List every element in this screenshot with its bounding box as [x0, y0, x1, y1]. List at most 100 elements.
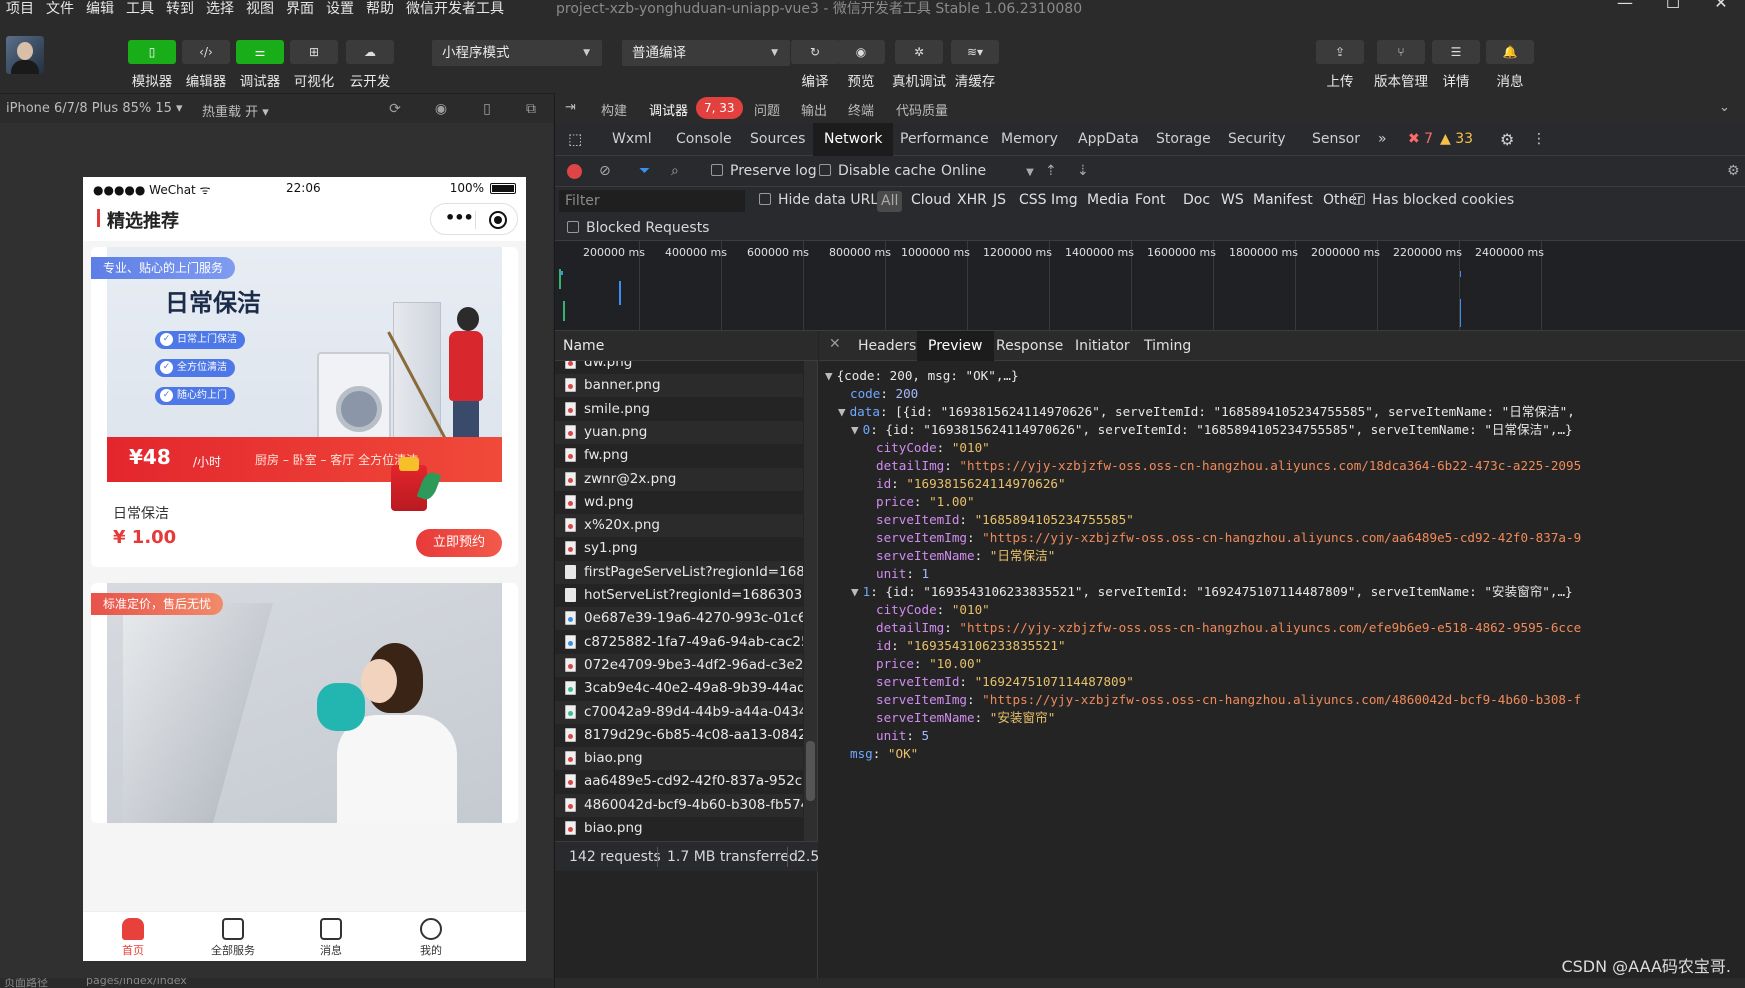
record-button[interactable] — [567, 164, 582, 179]
menu-item[interactable]: 设置 — [326, 2, 354, 16]
tab-wxml[interactable]: Wxml — [601, 123, 663, 156]
expand-triangle-icon[interactable]: ▼ — [838, 404, 846, 419]
tab-response[interactable]: Response — [985, 331, 1074, 361]
request-row[interactable]: hotServeList?regionId=16863032228... — [555, 584, 803, 607]
filter-type-cloud[interactable]: Cloud — [911, 192, 951, 208]
request-row[interactable]: zwnr@2x.png — [555, 467, 803, 491]
book-now-button[interactable]: 立即预约 — [416, 529, 502, 557]
request-row[interactable]: c8725882-1fa7-49a6-94ab-cac2530b... — [555, 631, 803, 654]
tab-timing[interactable]: Timing — [1133, 331, 1202, 361]
request-row[interactable]: c70042a9-89d4-44b9-a44a-0434e5f... — [555, 700, 803, 724]
phone-icon[interactable]: ▯ — [478, 100, 496, 118]
menu-item[interactable]: 选择 — [206, 2, 234, 16]
preserve-log-checkbox[interactable]: Preserve log — [711, 163, 817, 179]
cloud-button[interactable]: ☁ 云开发 — [345, 40, 395, 90]
menu-item[interactable]: 编辑 — [86, 2, 114, 16]
request-row[interactable]: smile.png — [555, 398, 803, 421]
mode-select[interactable]: 小程序模式 ▼ — [432, 40, 602, 66]
tab-appdata[interactable]: AppData — [1067, 123, 1150, 156]
inspect-icon[interactable]: ⬚ — [557, 123, 593, 156]
request-row[interactable]: 3cab9e4c-40e2-49a8-9b39-44ade60... — [555, 677, 803, 700]
gear-icon[interactable]: ⚙ — [1489, 123, 1525, 156]
tab-all-services[interactable]: 全部服务 — [203, 918, 263, 958]
request-row[interactable]: banner.png — [555, 374, 803, 398]
request-row[interactable]: 072e4709-9be3-4df2-96ad-c3e2d57... — [555, 653, 803, 677]
request-row[interactable]: firstPageServeList?regionId=168630... — [555, 560, 803, 584]
request-row[interactable]: dw.png — [555, 361, 803, 374]
layers-button[interactable]: ≋▾ 清缓存 — [950, 40, 1000, 90]
tab-sources[interactable]: Sources — [739, 123, 816, 156]
filter-type-all[interactable]: All — [877, 191, 903, 212]
avatar[interactable] — [6, 36, 44, 74]
download-icon[interactable]: ⇣ — [1077, 163, 1089, 179]
more-icon[interactable]: ••• — [445, 208, 474, 227]
tab-output[interactable]: 输出 — [801, 100, 827, 119]
request-row[interactable]: biao.png — [555, 817, 803, 840]
eye-button[interactable]: ◉ 预览 — [836, 40, 886, 90]
minimize-button[interactable]: — — [1601, 0, 1649, 16]
phone-button[interactable]: ▯ 模拟器 — [127, 40, 177, 90]
request-row[interactable]: biao.png — [555, 747, 803, 771]
request-row[interactable]: 4860042d-bcf9-4b60-b308-fb574c0... — [555, 793, 803, 817]
filter-icon[interactable]: ⏷ — [639, 163, 650, 179]
tab-code-quality[interactable]: 代码质量 — [896, 100, 948, 119]
filter-type-ws[interactable]: WS — [1221, 192, 1244, 208]
service-card[interactable]: 标准定价，售后无忧 — [91, 583, 518, 823]
tab-mine[interactable]: 我的 — [401, 918, 461, 958]
request-row[interactable]: 8179d29c-6b85-4c08-aa13-08429a9... — [555, 724, 803, 747]
filter-type-font[interactable]: Font — [1135, 192, 1165, 208]
tab-storage[interactable]: Storage — [1145, 123, 1222, 156]
clear-icon[interactable]: ⊘ — [599, 163, 611, 179]
name-column-header[interactable]: Name — [555, 331, 818, 361]
tab-terminal[interactable]: 终端 — [848, 100, 874, 119]
disable-cache-checkbox[interactable]: Disable cache — [819, 163, 936, 179]
tab-initiator[interactable]: Initiator — [1064, 331, 1141, 361]
search-icon[interactable]: ⌕ — [671, 163, 679, 179]
kebab-menu-icon[interactable]: ⋮ — [1521, 123, 1557, 156]
tab-debugger[interactable]: 调试器 — [649, 100, 688, 119]
page-path[interactable]: pages/index/index — [86, 978, 187, 987]
expand-triangle-icon[interactable]: ▼ — [851, 584, 859, 599]
tab-headers[interactable]: Headers — [847, 331, 927, 361]
more-tabs-icon[interactable]: » — [1367, 123, 1398, 156]
service-card[interactable]: 日常保洁 日常上门保洁 全方位清洁 随心约上门 专业、贴心的上门服务 ¥48 — [91, 247, 518, 567]
layout-button[interactable]: ⊞ 可视化 — [289, 40, 339, 90]
json-line[interactable]: ▼ {code: 200, msg: "OK",…} — [825, 367, 1019, 385]
stop-icon[interactable]: ◉ — [432, 100, 450, 118]
filter-type-xhr[interactable]: XHR — [957, 192, 987, 208]
close-icon[interactable]: ✕ — [829, 336, 841, 352]
tab-network[interactable]: Network — [813, 123, 894, 156]
json-line[interactable]: ▼ 1: {id: "1693543106233835521", serveIte… — [851, 583, 1573, 601]
filter-type-css[interactable]: CSS — [1019, 192, 1047, 208]
request-row[interactable]: fw.png — [555, 444, 803, 467]
tab-memory[interactable]: Memory — [990, 123, 1069, 156]
tab-performance[interactable]: Performance — [889, 123, 1000, 156]
request-row[interactable]: x%20x.png — [555, 514, 803, 538]
has-blocked-cookies-checkbox[interactable]: Has blocked cookies — [1353, 192, 1514, 208]
bell-button[interactable]: 🔔 消息 — [1485, 40, 1535, 90]
tab-preview[interactable]: Preview — [917, 331, 994, 361]
menu-item[interactable]: 工具 — [126, 2, 154, 16]
filter-type-js[interactable]: JS — [993, 192, 1006, 208]
gear-icon[interactable]: ⚙ — [1727, 163, 1740, 179]
tab-sensor[interactable]: Sensor — [1301, 123, 1371, 156]
filter-type-manifest[interactable]: Manifest — [1253, 192, 1313, 208]
tab-messages[interactable]: 消息 — [301, 918, 361, 958]
menu-item[interactable]: 转到 — [166, 2, 194, 16]
maximize-button[interactable]: ☐ — [1649, 0, 1697, 16]
tab-build[interactable]: 构建 — [601, 100, 627, 119]
menu-item[interactable]: 项目 — [6, 2, 34, 16]
tab-security[interactable]: Security — [1217, 123, 1297, 156]
request-row[interactable]: aa6489e5-cd92-42f0-837a-952c996... — [555, 770, 803, 793]
dock-icon[interactable]: ⇥ — [565, 100, 576, 115]
menu-item[interactable]: 文件 — [46, 2, 74, 16]
bug-button[interactable]: ✲ 真机调试 — [888, 40, 950, 90]
warning-count[interactable]: ▲ 33 — [1429, 123, 1484, 156]
filter-input[interactable]: Filter — [559, 190, 745, 212]
throttle-select[interactable]: Online ▼ — [941, 163, 1034, 179]
filter-type-media[interactable]: Media — [1087, 192, 1129, 208]
hide-data-urls-checkbox[interactable]: Hide data URLs — [759, 192, 885, 208]
request-row[interactable]: wd.png — [555, 491, 803, 514]
menu-item[interactable]: 帮助 — [366, 2, 394, 16]
upload-button[interactable]: ⇪ 上传 — [1315, 40, 1365, 90]
